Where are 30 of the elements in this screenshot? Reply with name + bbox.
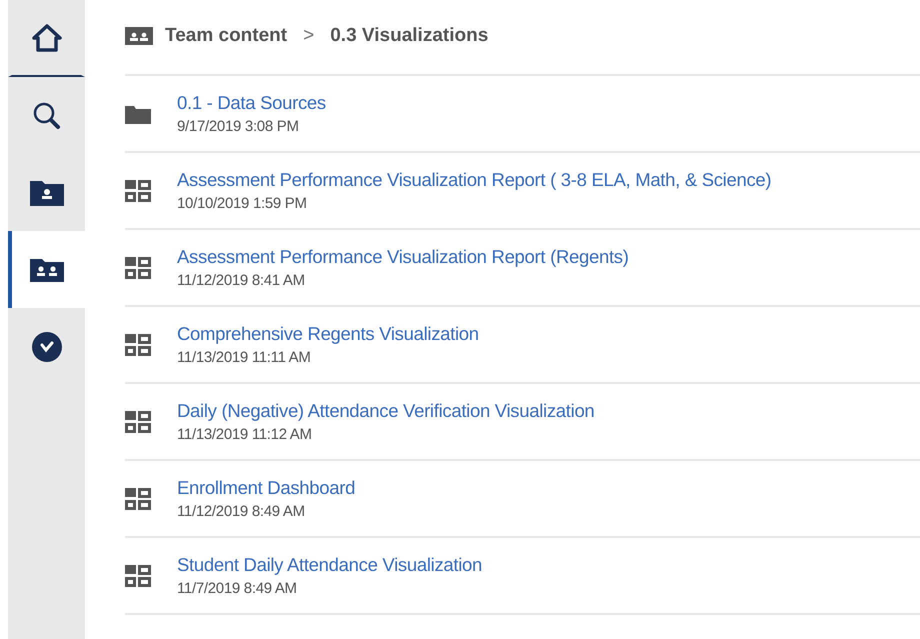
dashboard-icon [125, 334, 151, 356]
breadcrumb-item[interactable]: Team content [165, 25, 288, 47]
modified-date: 11/13/2019 11:12 AM [177, 426, 313, 443]
search-icon [32, 100, 62, 130]
item-title-link[interactable]: Enrollment Dashboard [177, 477, 356, 499]
modified-date: 11/12/2019 8:49 AM [177, 503, 306, 520]
modified-date: 11/13/2019 11:11 AM [177, 349, 312, 366]
modified-date: 10/10/2019 1:59 PM [177, 195, 308, 212]
dashboard-icon [125, 488, 151, 510]
item-title-link[interactable]: Assessment Performance Visualization Report ( 3-8 ELA, Math, & Science) [177, 169, 772, 191]
item-title-link[interactable]: Assessment Performance Visualization Report (Regents) [177, 246, 629, 268]
dashboard-icon [125, 564, 151, 586]
folder-icon [125, 104, 151, 124]
item-title-link[interactable]: Student Daily Attendance Visualization [177, 554, 482, 576]
folder-person-icon [28, 178, 64, 206]
breadcrumb-item[interactable]: 0.3 Visualizations [330, 25, 488, 47]
modified-date: 11/12/2019 8:41 AM [177, 272, 306, 289]
folder-people-icon [125, 27, 153, 45]
home-icon [30, 22, 62, 52]
nav-button[interactable] [8, 231, 85, 308]
item-title-link[interactable]: Daily (Negative) Attendance Verification Visualization [177, 400, 594, 422]
dashboard-icon [125, 410, 151, 432]
dashboard-icon [125, 256, 151, 278]
item-title-link[interactable]: 0.1 - Data Sources [177, 92, 326, 114]
folder-people-icon [28, 256, 64, 282]
modified-date: 11/7/2019 8:49 AM [177, 580, 298, 597]
item-title-link[interactable]: Comprehensive Regents Visualization [177, 323, 479, 345]
modified-date: 9/17/2019 3:08 PM [177, 118, 300, 135]
breadcrumb-separator: > [303, 25, 314, 47]
dashboard-icon [125, 180, 151, 202]
